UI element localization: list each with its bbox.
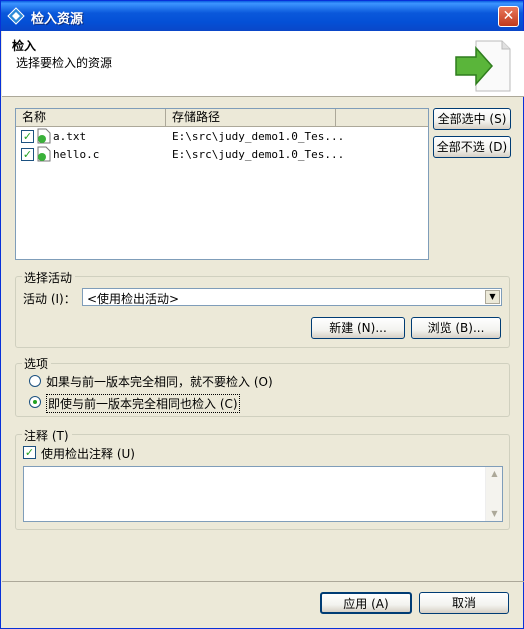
activity-field-label: 活动 (I)： <box>23 292 76 306</box>
checkin-arrow-icon <box>455 40 511 92</box>
radio-checkin-identical-label[interactable]: 即使与前一版本完全相同也检入 (C) <box>46 394 240 413</box>
column-header-empty <box>336 109 428 127</box>
deselect-all-button[interactable]: 全部不选 (D) <box>433 136 511 158</box>
browse-button[interactable]: 浏览 (B)... <box>411 317 501 339</box>
use-checkout-comment-checkbox[interactable]: ✓ <box>23 446 36 459</box>
header-description: 选择要检入的资源 <box>16 56 113 70</box>
resource-table[interactable]: 名称 存储路径 ✓ a.txt E:\src\judy_demo1.0_Tes.… <box>15 108 429 260</box>
header-title: 检入 <box>12 39 37 53</box>
row-name: hello.c <box>53 148 100 161</box>
dialog-window: 检入资源 ✕ 检入 选择要检入的资源 名称 存储路径 ✓ a.txt E:\sr… <box>0 0 524 629</box>
radio-selected-dot <box>33 400 37 404</box>
column-header-path[interactable]: 存储路径 <box>166 109 336 127</box>
row-checkbox[interactable]: ✓ <box>21 130 34 143</box>
activity-dropdown[interactable]: <使用检出活动> ▼ <box>82 288 502 306</box>
options-group-label: 选项 <box>22 355 52 372</box>
scroll-up-icon[interactable]: ▲ <box>487 467 502 481</box>
activity-selected-value: <使用检出活动> <box>87 292 180 306</box>
row-checkbox[interactable]: ✓ <box>21 148 34 161</box>
apply-button[interactable]: 应用 (A) <box>320 592 412 614</box>
title-bar[interactable]: 检入资源 ✕ <box>1 1 523 31</box>
radio-skip-identical-label[interactable]: 如果与前一版本完全相同，就不要检入 (O) <box>46 373 273 390</box>
comment-textarea[interactable]: ▲ ▼ <box>23 466 503 522</box>
cancel-button[interactable]: 取消 <box>419 592 509 614</box>
scroll-down-icon[interactable]: ▼ <box>487 507 502 521</box>
window-title: 检入资源 <box>31 12 84 27</box>
file-checkin-icon <box>37 146 51 162</box>
table-row[interactable]: ✓ hello.c E:\src\judy_demo1.0_Tes... <box>16 146 428 163</box>
column-header-name[interactable]: 名称 <box>16 109 166 127</box>
dialog-header: 检入 选择要检入的资源 <box>2 31 524 97</box>
table-row[interactable]: ✓ a.txt E:\src\judy_demo1.0_Tes... <box>16 128 428 145</box>
close-button[interactable]: ✕ <box>498 6 519 27</box>
activity-group-label: 选择活动 <box>22 269 76 286</box>
row-name: a.txt <box>53 130 87 143</box>
comment-scrollbar[interactable]: ▲ ▼ <box>485 467 502 521</box>
app-diamond-icon <box>7 7 25 25</box>
file-checkin-icon <box>37 128 51 144</box>
radio-checkin-identical[interactable] <box>29 396 41 408</box>
use-checkout-comment-label[interactable]: 使用检出注释 (U) <box>41 445 135 462</box>
row-path: E:\src\judy_demo1.0_Tes... <box>172 148 342 161</box>
dropdown-arrow-icon[interactable]: ▼ <box>485 290 500 304</box>
comment-group-label: 注释 (T) <box>22 427 72 444</box>
select-all-button[interactable]: 全部选中 (S) <box>433 108 511 130</box>
radio-skip-identical[interactable] <box>29 375 41 387</box>
footer-separator <box>2 581 524 582</box>
new-button[interactable]: 新建 (N)... <box>311 317 405 339</box>
row-path: E:\src\judy_demo1.0_Tes... <box>172 130 342 143</box>
